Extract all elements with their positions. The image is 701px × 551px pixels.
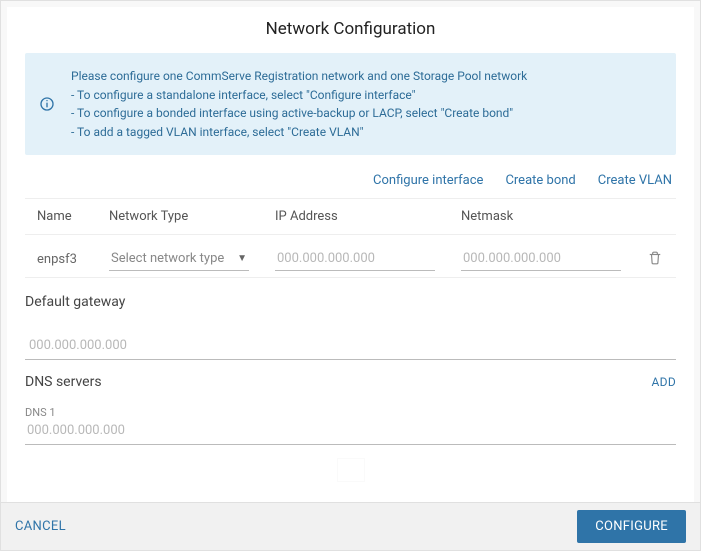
- dns-field-label: DNS 1: [25, 406, 676, 419]
- chevron-down-icon: ▼: [237, 253, 247, 264]
- dns-section: DNS servers ADD DNS 1: [25, 374, 676, 445]
- default-gateway-label: Default gateway: [25, 294, 676, 310]
- configure-interface-link[interactable]: Configure interface: [373, 173, 483, 188]
- network-type-placeholder: Select network type: [111, 251, 224, 266]
- decorative-box: [338, 459, 364, 481]
- dns-1-input[interactable]: [25, 419, 676, 445]
- table-row: enpsf3 Select network type ▼: [25, 235, 676, 278]
- create-vlan-link[interactable]: Create VLAN: [598, 173, 672, 188]
- col-header-type: Network Type: [109, 209, 275, 224]
- alert-line-2: - To configure a standalone interface, s…: [71, 86, 527, 105]
- alert-line-4: - To add a tagged VLAN interface, select…: [71, 123, 527, 142]
- network-type-select[interactable]: Select network type ▼: [109, 247, 249, 271]
- alert-line-1: Please configure one CommServe Registrat…: [71, 67, 527, 86]
- row-name: enpsf3: [37, 252, 109, 267]
- action-links: Configure interface Create bond Create V…: [7, 169, 694, 198]
- add-dns-button[interactable]: ADD: [652, 375, 676, 389]
- netmask-input[interactable]: [461, 247, 621, 271]
- delete-row-button[interactable]: [646, 249, 664, 270]
- trash-icon: [648, 253, 662, 268]
- info-alert-text: Please configure one CommServe Registrat…: [71, 67, 527, 141]
- col-header-ip: IP Address: [275, 209, 461, 224]
- col-header-name: Name: [37, 209, 109, 224]
- ip-address-input[interactable]: [275, 247, 435, 271]
- default-gateway-input[interactable]: [25, 328, 676, 360]
- footer: CANCEL CONFIGURE: [1, 502, 700, 550]
- cancel-button[interactable]: CANCEL: [15, 519, 66, 534]
- col-header-netmask: Netmask: [461, 209, 631, 224]
- info-alert: Please configure one CommServe Registrat…: [25, 53, 676, 155]
- info-icon: [37, 94, 57, 114]
- create-bond-link[interactable]: Create bond: [505, 173, 575, 188]
- dns-servers-label: DNS servers: [25, 374, 102, 390]
- alert-line-3: - To configure a bonded interface using …: [71, 104, 527, 123]
- default-gateway-section: Default gateway: [25, 294, 676, 360]
- page-title: Network Configuration: [7, 7, 694, 53]
- interfaces-table: Name Network Type IP Address Netmask enp…: [25, 198, 676, 278]
- configure-button[interactable]: CONFIGURE: [577, 510, 686, 543]
- table-header: Name Network Type IP Address Netmask: [25, 199, 676, 235]
